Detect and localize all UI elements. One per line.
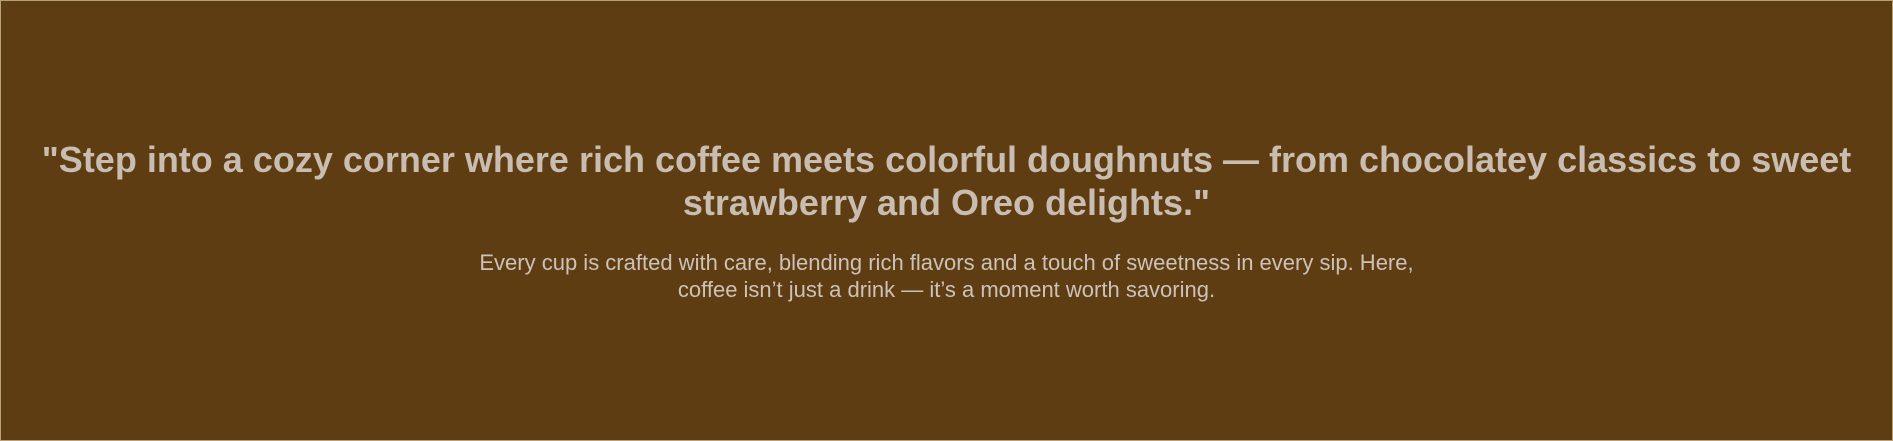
hero-section: "Step into a cozy corner where rich coff…: [0, 0, 1893, 441]
hero-headline: "Step into a cozy corner where rich coff…: [41, 139, 1852, 223]
hero-subtext: Every cup is crafted with care, blending…: [479, 250, 1414, 302]
